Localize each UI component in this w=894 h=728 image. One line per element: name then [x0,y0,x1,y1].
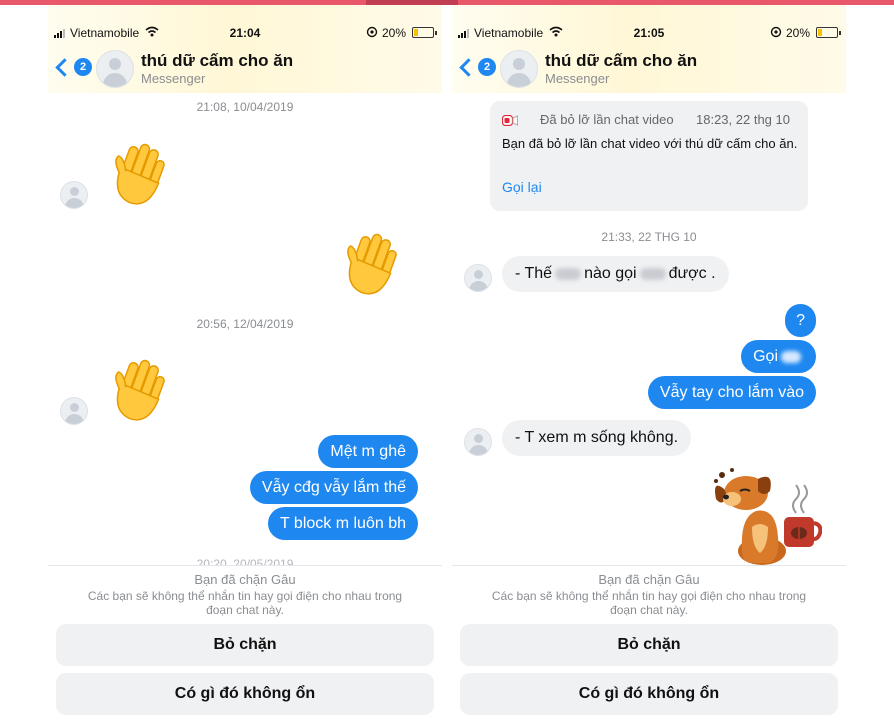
unread-badge: 2 [478,58,496,76]
redacted-text [781,350,801,363]
report-problem-button[interactable]: Có gì đó không ổn [56,673,434,715]
dog-coffee-sticker[interactable] [710,467,822,567]
message-bubble-outgoing[interactable]: Vẫy cđg vẫy lắm thế [249,471,418,504]
missed-call-description: Bạn đã bỏ lỡ lần chat video với thú dữ c… [502,136,798,151]
battery-icon [816,27,841,38]
contact-avatar[interactable] [96,50,134,88]
video-camera-icon [502,115,518,126]
waving-hand-icon [115,359,165,421]
status-bar: Vietnamobile 21:04 20% [48,25,442,41]
message-text: được . [668,265,716,282]
blocked-footer: Bạn đã chặn Gâu Các bạn sẽ không thể nhắ… [48,565,442,728]
status-bar: Vietnamobile 21:05 20% [452,25,846,41]
battery-percent: 20% [382,26,407,40]
unblock-button[interactable]: Bỏ chặn [56,624,434,666]
blocked-footer: Bạn đã chặn Gâu Các bạn sẽ không thể nhắ… [452,565,846,728]
back-button[interactable]: 2 [55,56,92,82]
waving-hand-icon [115,143,165,205]
location-icon [770,26,782,38]
timestamp: 21:08, 10/04/2019 [196,100,294,114]
message-text: - Thế [515,265,553,282]
avatar [60,181,88,209]
message-text: Gọi [753,348,778,365]
avatar [464,264,492,292]
blocked-title: Bạn đã chặn Gâu [598,572,700,587]
report-problem-button[interactable]: Có gì đó không ổn [460,673,838,715]
unread-badge: 2 [74,58,92,76]
message-text: nào gọi [584,265,637,282]
redacted-text [639,267,666,280]
contact-name[interactable]: thú dữ cấm cho ăn [141,51,293,71]
missed-call-title: Đã bỏ lỡ lần chat video [540,112,674,127]
message-bubble-incoming[interactable]: - Thế nào gọi được . [502,256,729,292]
avatar [464,428,492,456]
left-screen: Vietnamobile 21:04 20% 2 thú dữ cấm cho … [48,5,442,728]
chat-header: Vietnamobile 21:05 20% 2 thú dữ cấm cho … [452,5,846,93]
location-icon [366,26,378,38]
timestamp: 20:56, 12/04/2019 [196,317,294,331]
back-button[interactable]: 2 [459,56,496,82]
back-chevron-icon [459,58,478,77]
battery-percent: 20% [786,26,811,40]
blocked-description: Các bạn sẽ không thể nhắn tin hay gọi đi… [491,589,807,617]
contact-name[interactable]: thú dữ cấm cho ăn [545,51,697,71]
message-bubble-outgoing[interactable]: T block m luôn bh [268,507,418,540]
unblock-button[interactable]: Bỏ chặn [460,624,838,666]
contact-subtitle: Messenger [545,71,610,86]
blocked-description: Các bạn sẽ không thể nhắn tin hay gọi đi… [87,589,403,617]
blocked-title: Bạn đã chặn Gâu [194,572,296,587]
back-chevron-icon [55,58,74,77]
contact-avatar[interactable] [500,50,538,88]
message-bubble-outgoing[interactable]: Gọi [741,340,816,373]
message-bubble-outgoing[interactable]: Vẫy tay cho lắm vào [647,376,816,409]
message-bubble-outgoing[interactable]: ? [785,304,816,337]
call-back-link[interactable]: Gọi lại [502,179,542,195]
timestamp-partial: 20:20, 20/05/2019 [196,557,294,565]
chat-header: Vietnamobile 21:04 20% 2 thú dữ cấm cho … [48,5,442,93]
battery-icon [412,27,437,38]
message-bubble-outgoing[interactable]: Mệt m ghê [318,435,418,468]
missed-call-time: 18:23, 22 thg 10 [696,112,790,127]
timestamp: 21:33, 22 THG 10 [601,230,697,244]
missed-video-call-card: Đã bỏ lỡ lần chat video 18:23, 22 thg 10… [490,101,808,211]
avatar [60,397,88,425]
redacted-text [555,267,582,280]
right-screen: Vietnamobile 21:05 20% 2 thú dữ cấm cho … [452,5,846,728]
message-bubble-incoming[interactable]: - T xem m sống không. [502,420,692,456]
contact-subtitle: Messenger [141,71,206,86]
waving-hand-icon [347,233,397,295]
